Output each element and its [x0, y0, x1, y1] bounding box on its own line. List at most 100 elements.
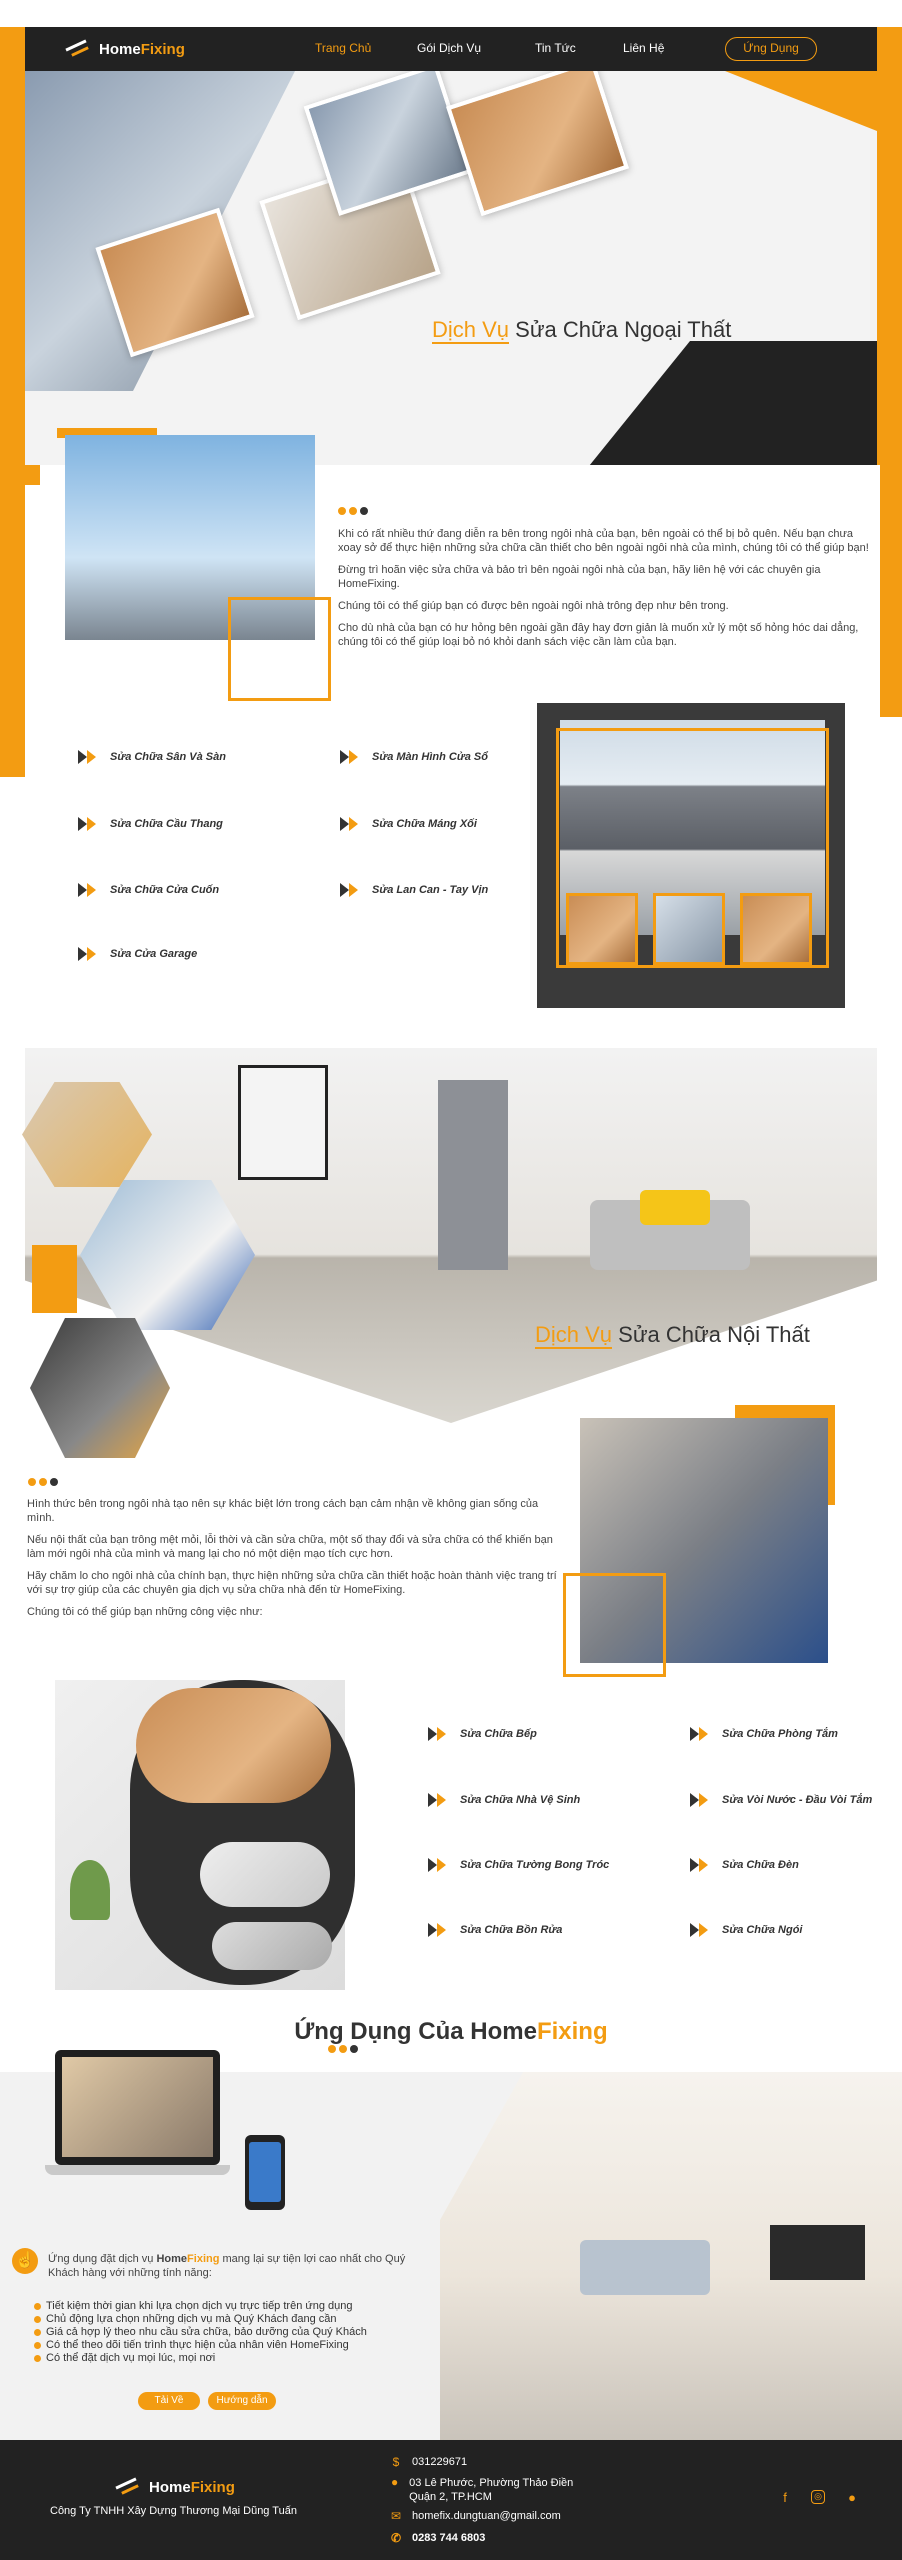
cushion [640, 1190, 710, 1225]
service-label: Sửa Lan Can - Tay Vịn [372, 884, 489, 896]
service-label: Sửa Vòi Nước - Đầu Vòi Tắm [722, 1794, 873, 1806]
brand-fixing: Fixing [190, 2478, 235, 2496]
tripadvisor-icon[interactable]: ● [844, 2490, 860, 2506]
footer-email[interactable]: ✉ homefix.dungtuan@gmail.com [390, 2510, 561, 2522]
intro-text: Ứng dụng đặt dịch vụ [48, 2253, 157, 2265]
exterior-paragraph: Khi có rất nhiều thứ đang diễn ra bên tr… [338, 528, 869, 554]
capsule-photo-2 [200, 1842, 330, 1907]
laptop-base [45, 2165, 230, 2175]
brand-fixing: Fixing [140, 40, 185, 58]
arrow-icon [428, 1793, 450, 1807]
app-title: Ứng Dụng Của HomeFixing [0, 2018, 902, 2046]
service-item[interactable]: Sửa Lan Can - Tay Vịn [340, 883, 488, 897]
photo-frame [228, 597, 331, 701]
title-highlight: Dịch Vụ [535, 1322, 613, 1349]
hand-pointer-icon: ☝ [12, 2248, 38, 2274]
service-label: Sửa Chữa Phòng Tắm [722, 1728, 838, 1740]
service-item[interactable]: Sửa Chữa Sân Và Sàn [78, 750, 226, 764]
location-icon: ● [390, 2475, 399, 2489]
intro-brand-home: Home [156, 2253, 188, 2265]
nav-link-home[interactable]: Trang Chủ [315, 41, 371, 55]
footer-logo[interactable]: Home Fixing [115, 2478, 235, 2496]
nav-link-contact[interactable]: Liên Hệ [623, 41, 664, 55]
arrow-icon [690, 1923, 712, 1937]
brand-logo[interactable]: Home Fixing [65, 40, 185, 58]
arrow-icon [428, 1923, 450, 1937]
phone-value: 0283 744 6803 [412, 2532, 486, 2544]
brand-home: Home [99, 40, 141, 58]
nav-link-services[interactable]: Gói Dịch Vụ [417, 41, 481, 55]
app-title-prefix: Ứng Dụng Của Home [294, 2018, 537, 2045]
capsule-photo-1 [136, 1688, 331, 1803]
app-button[interactable]: Ứng Dụng [725, 37, 817, 61]
service-item[interactable]: Sửa Chữa Cầu Thang [78, 817, 223, 831]
arrow-icon [78, 750, 100, 764]
arrow-icon [690, 1793, 712, 1807]
arrow-icon [78, 883, 100, 897]
section-dots [338, 507, 368, 515]
service-item[interactable]: Sửa Chữa Ngói [690, 1923, 803, 1937]
service-item[interactable]: Sửa Chữa Bếp [428, 1727, 537, 1741]
tv [770, 2225, 865, 2280]
arrow-icon [428, 1858, 450, 1872]
service-item[interactable]: Sửa Chữa Đèn [690, 1858, 799, 1872]
app-features: Tiết kiệm thời gian khi lựa chọn dịch vụ… [32, 2300, 452, 2365]
service-item[interactable]: Sửa Chữa Nhà Vệ Sinh [428, 1793, 580, 1807]
logo-icon [115, 2478, 143, 2496]
interior-paragraph: Nếu nội thất của bạn trông mệt mỏi, lỗi … [27, 1534, 553, 1560]
hex-photo-3 [30, 1318, 170, 1458]
service-label: Sửa Chữa Tường Bong Tróc [460, 1859, 610, 1871]
arrow-icon [340, 750, 362, 764]
feature-item: Giá cả hợp lý theo nhu cầu sửa chữa, bảo… [32, 2326, 452, 2339]
interior-text: Hình thức bên trong ngôi nhà tạo nên sự … [27, 1497, 562, 1619]
dark-corner [585, 341, 877, 466]
door [438, 1080, 508, 1270]
mail-icon: ✉ [390, 2509, 402, 2523]
service-item[interactable]: Sửa Chữa Tường Bong Tróc [428, 1858, 609, 1872]
service-item[interactable]: Sửa Chữa Cửa Cuốn [78, 883, 219, 897]
arrow-icon [428, 1727, 450, 1741]
guide-button[interactable]: Hướng dẫn [208, 2392, 276, 2410]
phone-screen [249, 2142, 281, 2202]
service-item[interactable]: Sửa Vòi Nước - Đầu Vòi Tắm [690, 1793, 872, 1807]
arrow-icon [690, 1727, 712, 1741]
thumb-2 [653, 893, 725, 965]
arrow-icon [690, 1858, 712, 1872]
company-name: Công Ty TNHH Xây Dựng Thương Mại Dũng Tu… [50, 2505, 297, 2517]
service-item[interactable]: Sửa Chữa Máng Xối [340, 817, 477, 831]
left-orange-bar [0, 27, 25, 777]
capsule-photo-3 [212, 1922, 332, 1970]
logo-icon [65, 40, 93, 58]
service-item[interactable]: Sửa Chữa Phòng Tắm [690, 1727, 838, 1741]
interior-paragraph: Hãy chăm lo cho ngôi nhà của chính bạn, … [27, 1570, 557, 1596]
service-item[interactable]: Sửa Cửa Garage [78, 947, 197, 961]
service-item[interactable]: Sửa Màn Hình Cửa Sổ [340, 750, 488, 764]
interior-paragraph: Hình thức bên trong ngôi nhà tạo nên sự … [27, 1498, 539, 1524]
dollar-icon: $ [392, 2455, 400, 2469]
footer-address: ● 03 Lê Phước, Phường Thảo Điền Quận 2, T… [390, 2476, 600, 2504]
exterior-paragraph: Cho dù nhà của bạn có hư hỏng bên ngoài … [338, 622, 859, 648]
feature-item: Tiết kiệm thời gian khi lựa chọn dịch vụ… [32, 2300, 452, 2313]
service-label: Sửa Chữa Cửa Cuốn [110, 884, 220, 896]
section-dots [328, 2045, 358, 2053]
facebook-icon[interactable]: f [777, 2490, 793, 2506]
service-label: Sửa Chữa Bồn Rửa [460, 1924, 563, 1936]
nav-link-news[interactable]: Tin Tức [535, 41, 576, 55]
service-label: Sửa Chữa Bếp [460, 1728, 537, 1740]
exterior-paragraph: Đừng trì hoãn việc sửa chữa và bảo trì b… [338, 564, 821, 590]
exterior-text: Khi có rất nhiều thứ đang diễn ra bên tr… [338, 527, 878, 649]
right-orange-bar [877, 27, 902, 717]
download-button[interactable]: Tải Về [138, 2392, 200, 2410]
footer-phone[interactable]: ✆ 0283 744 6803 [390, 2532, 485, 2544]
orange-block [32, 1245, 77, 1313]
arrow-icon [340, 883, 362, 897]
service-label: Sửa Màn Hình Cửa Sổ [372, 751, 488, 763]
service-label: Sửa Chữa Ngói [722, 1924, 803, 1936]
sofa [580, 2240, 710, 2295]
top-nav: Home Fixing Trang Chủ Gói Dịch Vụ Tin Tức… [25, 27, 877, 71]
phone-icon: ✆ [390, 2531, 402, 2545]
instagram-icon[interactable]: ◎ [811, 2490, 825, 2504]
service-item[interactable]: Sửa Chữa Bồn Rửa [428, 1923, 562, 1937]
address-value: 03 Lê Phước, Phường Thảo Điền Quận 2, TP… [409, 2477, 574, 2503]
service-label: Sửa Chữa Sân Và Sàn [110, 751, 226, 763]
